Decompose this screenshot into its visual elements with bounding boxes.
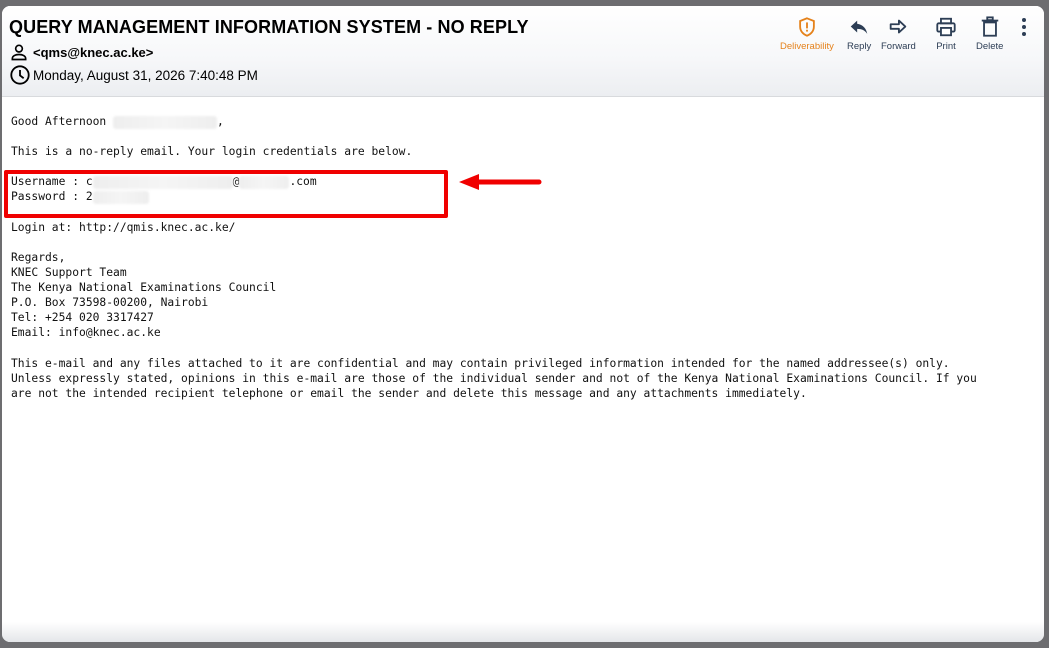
greeting-line: Good Afternoon , xyxy=(11,114,1041,129)
email-date: Monday, August 31, 2026 7:40:48 PM xyxy=(33,67,258,83)
sender-row: <qms@knec.ac.ke> xyxy=(9,42,153,62)
disclaimer-text: This e-mail and any files attached to it… xyxy=(11,356,977,401)
forward-button[interactable]: Forward xyxy=(881,16,916,56)
username-label: Username : c xyxy=(11,175,93,189)
login-line[interactable]: Login at: http://qmis.knec.ac.ke/ xyxy=(11,220,1041,235)
redacted-username xyxy=(92,175,233,189)
org-line: The Kenya National Examinations Council xyxy=(11,281,277,295)
password-line: Password : 2 xyxy=(11,189,1041,204)
redacted-domain xyxy=(239,175,290,189)
reply-button[interactable]: Reply xyxy=(847,16,871,56)
email-header: QUERY MANAGEMENT INFORMATION SYSTEM - NO… xyxy=(2,6,1044,97)
delete-button[interactable]: Delete xyxy=(976,16,1003,56)
credentials-block: Username : c @ .com Password : 2 xyxy=(4,170,1041,219)
redacted-name xyxy=(113,115,218,129)
regards-line: Regards, xyxy=(11,250,66,264)
more-options-button[interactable] xyxy=(1020,16,1028,56)
intro-line: This is a no-reply email. Your login cre… xyxy=(11,145,413,159)
deliverability-label: Deliverability xyxy=(780,41,834,52)
vertical-dots-icon xyxy=(1020,16,1028,38)
reply-label: Reply xyxy=(847,41,872,52)
username-domain: .com xyxy=(289,175,317,189)
reply-icon xyxy=(848,16,870,38)
forward-icon xyxy=(887,16,909,38)
date-row: Monday, August 31, 2026 7:40:48 PM xyxy=(9,65,258,85)
shield-icon xyxy=(796,16,818,38)
contact-email-line: Email: info@knec.ac.ke xyxy=(11,326,161,340)
printer-icon xyxy=(935,16,957,38)
forward-label: Forward xyxy=(881,41,916,52)
trash-icon xyxy=(979,16,1001,38)
print-button[interactable]: Print xyxy=(935,16,957,56)
email-window: QUERY MANAGEMENT INFORMATION SYSTEM - NO… xyxy=(2,6,1044,642)
print-label: Print xyxy=(936,41,956,52)
delete-label: Delete xyxy=(976,41,1004,52)
email-subject: QUERY MANAGEMENT INFORMATION SYSTEM - NO… xyxy=(9,17,529,37)
team-line: KNEC Support Team xyxy=(11,265,127,279)
tel-line: Tel: +254 020 3317427 xyxy=(11,311,154,325)
person-icon xyxy=(9,42,29,62)
greeting-comma: , xyxy=(217,115,224,128)
sender-address[interactable]: <qms@knec.ac.ke> xyxy=(33,45,153,60)
clock-icon xyxy=(9,64,31,86)
email-body: Good Afternoon , This is a no-reply emai… xyxy=(4,114,1041,401)
password-label: Password : 2 xyxy=(11,190,93,204)
redacted-password xyxy=(92,190,149,204)
username-at: @ xyxy=(232,175,240,189)
username-line: Username : c @ .com xyxy=(11,174,1041,189)
bottom-fade xyxy=(2,622,1044,642)
deliverability-button[interactable]: Deliverability xyxy=(780,16,834,56)
greeting-text: Good Afternoon xyxy=(11,115,107,128)
po-box-line: P.O. Box 73598-00200, Nairobi xyxy=(11,296,209,310)
